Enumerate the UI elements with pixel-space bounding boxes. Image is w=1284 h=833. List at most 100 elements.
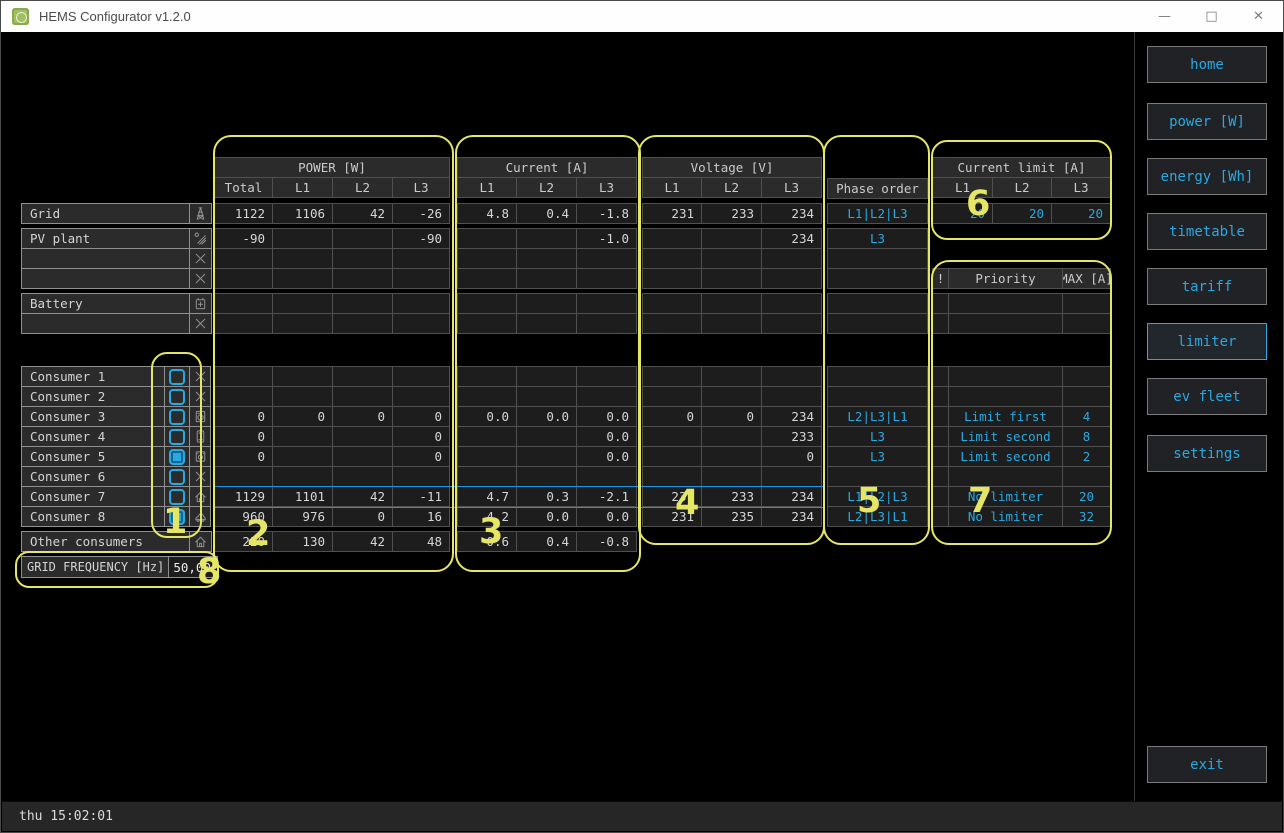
sidebar-button-settings[interactable]: settings [1147, 435, 1267, 472]
voltage-value-cell: 233 [762, 427, 821, 446]
priority-value-cell[interactable] [1063, 314, 1110, 333]
consumer-6-label[interactable]: Consumer 6 [22, 467, 164, 486]
consumer-1-label[interactable]: Consumer 1 [22, 367, 164, 386]
priority-value-cell[interactable] [1063, 294, 1110, 313]
pv-label[interactable] [22, 269, 189, 288]
consumer-checkbox[interactable] [169, 389, 185, 405]
sidebar-button-exit[interactable]: exit [1147, 746, 1267, 783]
sidebar-button-energy[interactable]: energy [Wh] [1147, 158, 1267, 195]
priority-value-cell[interactable]: Limit first [949, 407, 1062, 426]
row-icon-cell [190, 447, 210, 466]
power-value-cell: 42 [333, 532, 392, 551]
consumer-7-label[interactable]: Consumer 7 [22, 487, 164, 506]
priority-value-cell[interactable] [1063, 387, 1110, 406]
priority-value-cell[interactable]: Limit second [949, 427, 1062, 446]
consumer-checkbox[interactable] [169, 509, 185, 525]
sidebar-button-power[interactable]: power [W] [1147, 103, 1267, 140]
remove-icon[interactable] [193, 389, 208, 404]
current-value-cell [517, 427, 576, 446]
ev-charger-icon [193, 509, 208, 524]
priority-value-cell[interactable]: 4 [1063, 407, 1110, 426]
current-value-cell [577, 314, 636, 333]
remove-icon[interactable] [193, 271, 208, 286]
consumer-checkbox[interactable] [169, 489, 185, 505]
battery-label[interactable]: Battery [22, 294, 189, 313]
priority-value-cell[interactable] [933, 407, 948, 426]
priority-value-cell[interactable] [949, 467, 1062, 486]
priority-value-cell[interactable] [933, 427, 948, 446]
priority-value-cell[interactable]: Limit second [949, 447, 1062, 466]
sidebar-button-ev-fleet[interactable]: ev fleet [1147, 378, 1267, 415]
limit-value-cell[interactable]: 20 [933, 204, 992, 223]
phase-value-cell: L1|L2|L3 [828, 487, 927, 506]
power-value-cell: 130 [273, 532, 332, 551]
priority-value-cell[interactable] [933, 294, 948, 313]
power-value-cell: -26 [393, 204, 449, 223]
consumer-checkbox-cell [165, 467, 189, 486]
consumer-4-label[interactable]: Consumer 4 [22, 427, 164, 446]
pv-label[interactable] [22, 249, 189, 268]
consumer-5-label[interactable]: Consumer 5 [22, 447, 164, 466]
priority-value-cell[interactable] [949, 294, 1062, 313]
priority-value-cell[interactable] [933, 447, 948, 466]
grid-frequency-label: GRID FREQUENCY [Hz] [22, 557, 168, 577]
current-value-cell [458, 269, 516, 288]
consumer-checkbox[interactable] [169, 369, 185, 385]
remove-icon[interactable] [193, 469, 208, 484]
priority-value-cell[interactable] [1063, 467, 1110, 486]
limit-value-cell[interactable]: 20 [1052, 204, 1110, 223]
phase-value-cell: L3 [828, 427, 927, 446]
sidebar-button-limiter[interactable]: limiter [1147, 323, 1267, 360]
consumer-checkbox[interactable] [169, 469, 185, 485]
current-value-cell [458, 229, 516, 248]
pv-labels-block: PV plant [21, 228, 212, 289]
other-consumers-label[interactable]: Other consumers [22, 532, 189, 551]
priority-value-cell[interactable]: No limiter [949, 507, 1062, 526]
grid-label[interactable]: Grid [22, 204, 189, 223]
remove-icon[interactable] [193, 251, 208, 266]
power-value-cell [393, 467, 449, 486]
consumer-3-label[interactable]: Consumer 3 [22, 407, 164, 426]
statusbar: thu 15:02:01 [2, 801, 1282, 831]
priority-value-cell[interactable]: 8 [1063, 427, 1110, 446]
priority-value-cell[interactable] [933, 314, 948, 333]
priority-value-cell[interactable] [933, 387, 948, 406]
consumer-checkbox-cell [165, 367, 189, 386]
remove-icon[interactable] [193, 369, 208, 384]
priority-value-cell[interactable] [933, 467, 948, 486]
current-value-cell: 0.4 [517, 204, 576, 223]
priority-value-cell[interactable]: 20 [1063, 487, 1110, 506]
maximize-icon[interactable]: □ [1188, 1, 1235, 32]
power-grid-rows: 1122110642-26 [214, 203, 450, 224]
priority-value-cell[interactable] [933, 367, 948, 386]
priority-value-cell[interactable]: No limiter [949, 487, 1062, 506]
consumer-8-label[interactable]: Consumer 8 [22, 507, 164, 526]
current-battery-rows [457, 293, 637, 334]
remove-icon[interactable] [193, 316, 208, 331]
battery-label[interactable] [22, 314, 189, 333]
phase-battery-rows [827, 293, 928, 334]
priority-value-cell[interactable]: 2 [1063, 447, 1110, 466]
sidebar-button-home[interactable]: home [1147, 46, 1267, 83]
consumer-checkbox-cell [165, 387, 189, 406]
consumer-checkbox[interactable] [169, 449, 185, 465]
priority-value-cell[interactable] [933, 487, 948, 506]
sidebar-button-timetable[interactable]: timetable [1147, 213, 1267, 250]
priority-value-cell[interactable] [949, 314, 1062, 333]
sidebar-button-tariff[interactable]: tariff [1147, 268, 1267, 305]
pv-plant-label[interactable]: PV plant [22, 229, 189, 248]
consumer-checkbox[interactable] [169, 409, 185, 425]
row-icon-cell [190, 229, 211, 248]
limit-grid-rows: 202020 [932, 203, 1111, 224]
close-icon[interactable]: ✕ [1235, 1, 1282, 32]
priority-value-cell[interactable] [949, 367, 1062, 386]
priority-value-cell[interactable] [933, 507, 948, 526]
priority-value-cell[interactable] [949, 387, 1062, 406]
row-icon-cell [190, 427, 210, 446]
priority-value-cell[interactable]: 32 [1063, 507, 1110, 526]
minimize-icon[interactable]: — [1141, 1, 1188, 32]
limit-value-cell[interactable]: 20 [993, 204, 1051, 223]
priority-value-cell[interactable] [1063, 367, 1110, 386]
consumer-2-label[interactable]: Consumer 2 [22, 387, 164, 406]
consumer-checkbox[interactable] [169, 429, 185, 445]
